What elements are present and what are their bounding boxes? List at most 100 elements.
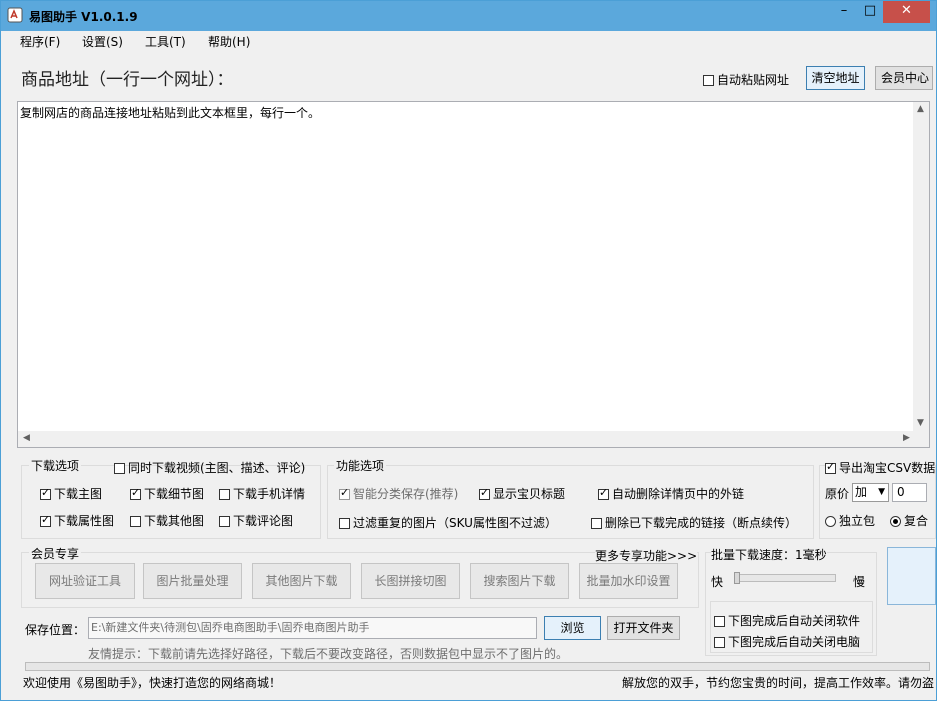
radio-circle[interactable]	[825, 516, 836, 527]
checkbox-box[interactable]	[219, 489, 230, 500]
checkbox-box[interactable]	[130, 516, 141, 527]
export-csv-checkbox[interactable]: 导出淘宝CSV数据	[825, 459, 936, 476]
menu-bar: 程序(F) 设置(S) 工具(T) 帮助(H)	[1, 31, 936, 51]
checkbox-box[interactable]	[479, 486, 490, 500]
download-mobile-label: 下载手机详情	[233, 487, 306, 501]
remove-links-label: 自动删除详情页中的外链	[612, 487, 745, 501]
remove-links-checkbox[interactable]: 自动删除详情页中的外链	[598, 485, 744, 502]
url-input[interactable]: 复制网店的商品连接地址粘贴到此文本框里，每行一个。 ▲ ▼ ◀ ▶	[17, 101, 930, 448]
function-options-title: 功能选项	[334, 457, 387, 474]
download-detail-checkbox[interactable]: 下载细节图	[130, 485, 204, 502]
watermark-button[interactable]: 批量加水印设置	[579, 563, 678, 599]
checkbox-box[interactable]	[703, 75, 714, 86]
checkbox-box[interactable]	[40, 486, 51, 500]
composite-label: 复合	[904, 514, 929, 528]
download-comment-label: 下载评论图	[233, 514, 294, 528]
scroll-up-icon[interactable]: ▲	[917, 104, 924, 114]
save-location-label: 保存位置：	[25, 623, 86, 637]
tip-text: 友情提示：下载前请先选择好路径，下载后不要改变路径，否则数据包中显示不了图片的。	[88, 647, 569, 661]
progress-bar	[25, 662, 930, 671]
search-download-button[interactable]: 搜索图片下载	[470, 563, 569, 599]
member-center-button[interactable]: 会员中心	[875, 66, 933, 90]
scroll-right-icon[interactable]: ▶	[903, 433, 910, 443]
menu-program[interactable]: 程序(F)	[20, 33, 60, 50]
price-value-input[interactable]: 0	[892, 483, 927, 502]
url-input-text: 复制网店的商品连接地址粘贴到此文本框里，每行一个。	[20, 106, 321, 120]
url-section-title: 商品地址（一行一个网址）：	[21, 70, 234, 90]
more-features-link[interactable]: 更多专享功能>>>	[595, 547, 698, 564]
show-title-label: 显示宝贝标题	[493, 487, 566, 501]
vertical-scrollbar[interactable]: ▲ ▼	[913, 102, 929, 432]
start-download-button[interactable]	[887, 547, 936, 605]
download-attr-label: 下载属性图	[54, 514, 115, 528]
chevron-down-icon: ▼	[878, 487, 885, 497]
download-comment-checkbox[interactable]: 下载评论图	[219, 512, 293, 529]
auto-close-pc-checkbox[interactable]: 下图完成后自动关闭电脑	[714, 633, 860, 650]
speed-slider-thumb[interactable]	[734, 572, 740, 584]
download-other-label: 下载其他图	[144, 514, 205, 528]
checkbox-box[interactable]	[114, 463, 125, 474]
composite-radio[interactable]: 复合	[890, 512, 928, 529]
filter-dup-label: 过滤重复的图片（SKU属性图不过滤）	[353, 516, 557, 530]
menu-settings[interactable]: 设置(S)	[82, 33, 123, 50]
price-operator-value: 加	[855, 485, 868, 499]
close-button[interactable]: ✕	[883, 1, 930, 23]
menu-tools[interactable]: 工具(T)	[145, 33, 186, 50]
auto-close-app-checkbox[interactable]: 下图完成后自动关闭软件	[714, 612, 860, 629]
checkbox-box[interactable]	[714, 637, 725, 648]
long-image-button[interactable]: 长图拼接切图	[361, 563, 460, 599]
scroll-left-icon[interactable]: ◀	[23, 433, 30, 443]
speed-slider[interactable]	[736, 574, 836, 582]
checkbox-box[interactable]	[339, 486, 350, 500]
url-validate-button[interactable]: 网址验证工具	[35, 563, 135, 599]
minimize-button[interactable]: –	[831, 1, 857, 23]
scrollbar-corner	[913, 431, 929, 447]
app-logo-icon	[7, 7, 23, 23]
show-title-checkbox[interactable]: 显示宝贝标题	[479, 485, 565, 502]
save-path-input[interactable]: E:\新建文件夹\待测包\固乔电商图助手\固乔电商图片助手	[88, 617, 537, 639]
maximize-button[interactable]: □	[857, 1, 883, 23]
auto-close-app-label: 下图完成后自动关闭软件	[728, 614, 861, 628]
export-csv-label: 导出淘宝CSV数据	[839, 461, 936, 475]
clear-urls-button[interactable]: 清空地址	[806, 66, 865, 90]
download-video-checkbox[interactable]: 同时下载视频(主图、描述、评论)	[114, 459, 305, 476]
speed-fast-label: 快	[711, 575, 724, 589]
menu-help[interactable]: 帮助(H)	[208, 33, 250, 50]
checkbox-box[interactable]	[714, 616, 725, 627]
download-other-checkbox[interactable]: 下载其他图	[130, 512, 204, 529]
download-attr-checkbox[interactable]: 下载属性图	[40, 512, 114, 529]
independent-radio[interactable]: 独立包	[825, 512, 875, 529]
status-bar: 欢迎使用《易图助手》，快速打造您的网络商城！ 解放您的双手，节约您宝贵的时间，提…	[1, 672, 936, 700]
filter-dup-checkbox[interactable]: 过滤重复的图片（SKU属性图不过滤）	[339, 514, 557, 531]
checkbox-box[interactable]	[339, 518, 350, 529]
browse-button[interactable]: 浏览	[544, 616, 601, 640]
speed-slow-label: 慢	[853, 575, 866, 589]
download-mobile-checkbox[interactable]: 下载手机详情	[219, 485, 305, 502]
checkbox-box[interactable]	[598, 486, 609, 500]
price-label: 原价	[825, 487, 850, 501]
batch-process-button[interactable]: 图片批量处理	[143, 563, 242, 599]
open-folder-button[interactable]: 打开文件夹	[607, 616, 680, 640]
title-bar[interactable]: 易图助手 V1.0.1.9 – □ ✕	[1, 1, 936, 31]
auto-paste-label: 自动粘贴网址	[717, 73, 790, 87]
checkbox-box[interactable]	[825, 460, 836, 474]
checkbox-box[interactable]	[219, 516, 230, 527]
price-operator-select[interactable]: 加 ▼	[852, 483, 889, 502]
checkbox-box[interactable]	[40, 513, 51, 527]
delete-done-checkbox[interactable]: 删除已下载完成的链接（断点续传）	[591, 514, 797, 531]
delete-done-label: 删除已下载完成的链接（断点续传）	[605, 516, 798, 530]
radio-circle[interactable]	[890, 516, 901, 527]
download-detail-label: 下载细节图	[144, 487, 205, 501]
other-download-button[interactable]: 其他图片下载	[252, 563, 351, 599]
download-video-label: 同时下载视频(主图、描述、评论)	[128, 461, 306, 475]
scroll-down-icon[interactable]: ▼	[917, 418, 924, 428]
status-right-text: 解放您的双手，节约您宝贵的时间，提高工作效率。请勿盗	[622, 676, 935, 690]
checkbox-box[interactable]	[130, 486, 141, 500]
auto-paste-checkbox[interactable]: 自动粘贴网址	[703, 71, 789, 88]
horizontal-scrollbar[interactable]: ◀ ▶	[18, 431, 913, 447]
checkbox-box[interactable]	[591, 518, 602, 529]
app-window: 易图助手 V1.0.1.9 – □ ✕ 程序(F) 设置(S) 工具(T) 帮助…	[0, 0, 937, 701]
download-main-checkbox[interactable]: 下载主图	[40, 485, 102, 502]
smart-save-label: 智能分类保存(推荐)	[353, 487, 459, 501]
smart-save-checkbox[interactable]: 智能分类保存(推荐)	[339, 485, 458, 502]
